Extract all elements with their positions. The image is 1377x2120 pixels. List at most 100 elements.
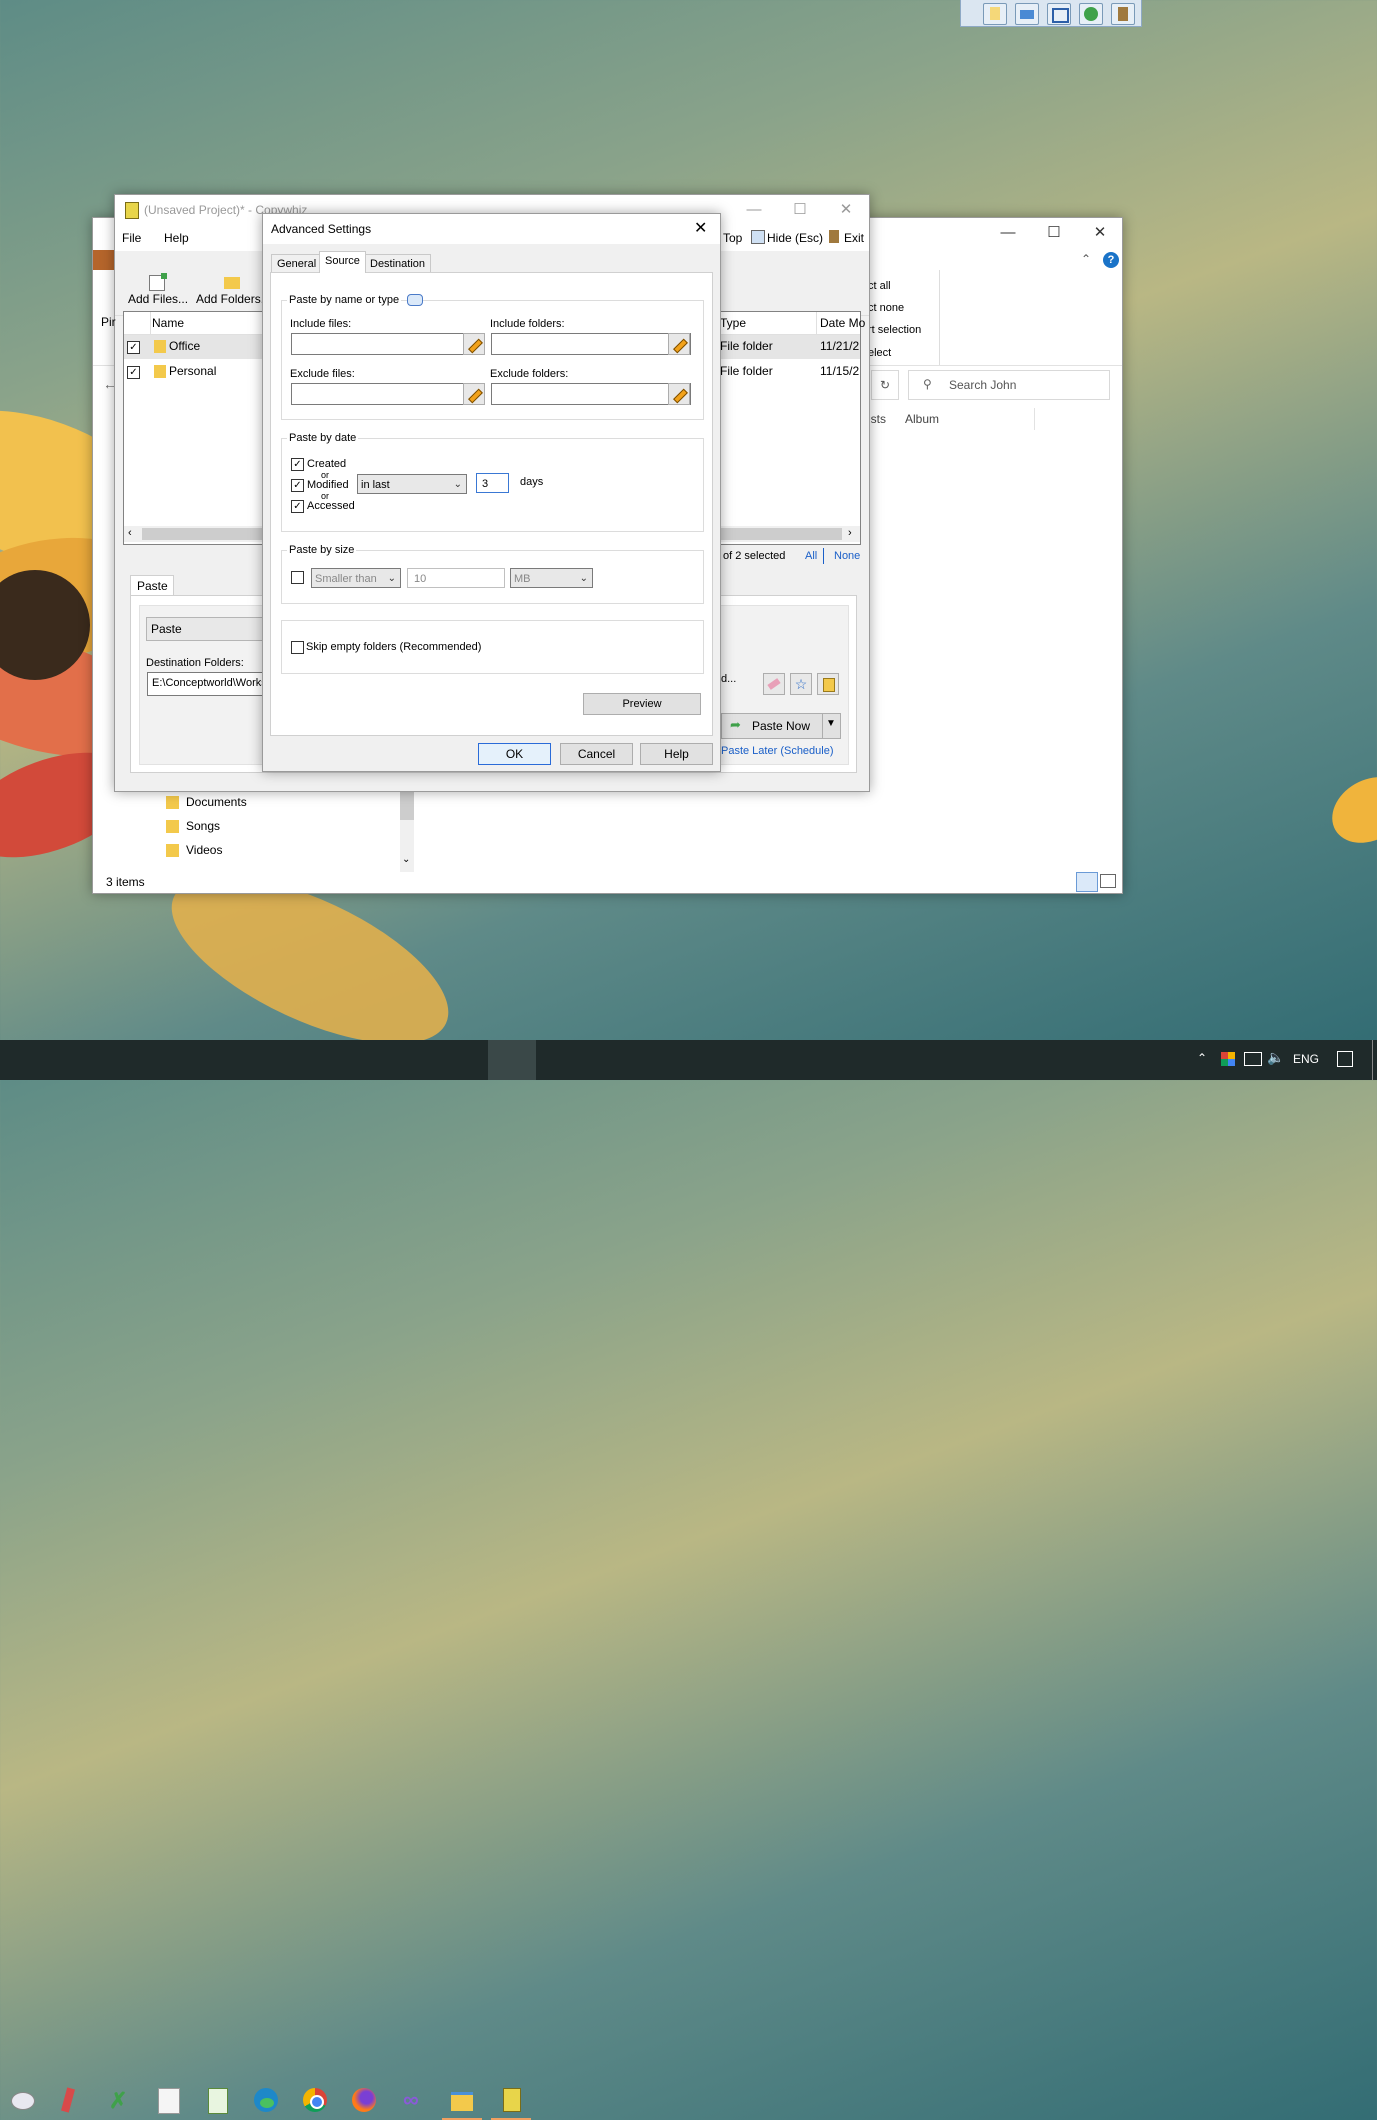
- dropdown-arrow-icon[interactable]: ▼: [826, 718, 836, 729]
- browse-button[interactable]: d...: [721, 673, 736, 685]
- row-date: 11/15/2: [820, 364, 860, 378]
- visual-studio-icon[interactable]: ∞: [397, 2084, 429, 2116]
- excel-x-icon[interactable]: ✗: [103, 2084, 135, 2116]
- close-button[interactable]: ✕: [1077, 218, 1123, 248]
- edit-pencil-icon[interactable]: [463, 333, 485, 355]
- cancel-button[interactable]: Cancel: [560, 743, 633, 765]
- chevron-up-icon[interactable]: ⌃: [1081, 252, 1091, 266]
- open-folder-icon[interactable]: [1015, 3, 1039, 25]
- file-explorer-icon[interactable]: [442, 2084, 482, 2120]
- accessed-checkbox[interactable]: ✓: [291, 500, 304, 513]
- show-desktop-button[interactable]: [1372, 1040, 1373, 1080]
- column-artists[interactable]: ists: [868, 412, 886, 426]
- select-all-link[interactable]: All: [805, 550, 817, 562]
- paste-now-button[interactable]: ➦ Paste Now ▼: [721, 713, 841, 739]
- always-on-top-button[interactable]: Top: [723, 231, 742, 245]
- skip-empty-label: Skip empty folders (Recommended): [306, 641, 482, 653]
- size-unit-dropdown[interactable]: MB ⌄: [510, 568, 593, 588]
- windows-icon[interactable]: [1047, 3, 1071, 25]
- column-header-type[interactable]: Type: [720, 316, 746, 330]
- scroll-left-icon[interactable]: ‹: [128, 527, 132, 539]
- row-checkbox[interactable]: ✓: [127, 366, 140, 379]
- column-header-date[interactable]: Date Mo: [820, 316, 865, 330]
- size-checkbox[interactable]: [291, 571, 304, 584]
- help-icon[interactable]: ?: [1103, 252, 1119, 268]
- chevron-down-icon[interactable]: ⌄: [402, 854, 410, 865]
- notepad-chart-icon[interactable]: [201, 2084, 233, 2116]
- edit-pencil-icon[interactable]: [668, 333, 690, 355]
- folder-icon: [154, 365, 166, 378]
- clipboard-folder-icon[interactable]: [817, 673, 839, 695]
- firefox-icon[interactable]: [348, 2084, 380, 2116]
- paste-later-link[interactable]: Paste Later (Schedule): [721, 745, 834, 757]
- minimize-button[interactable]: —: [985, 218, 1031, 248]
- add-folders-button[interactable]: Add Folders...: [196, 292, 271, 306]
- skip-empty-checkbox[interactable]: [291, 641, 304, 654]
- paste-mode-dropdown[interactable]: Paste: [146, 617, 268, 641]
- chevron-up-icon[interactable]: ⌃: [1197, 1051, 1207, 1065]
- destination-field[interactable]: E:\Conceptworld\Works: [147, 672, 269, 696]
- dictionary-icon[interactable]: [152, 2084, 184, 2116]
- clipboard-icon[interactable]: [1111, 3, 1135, 25]
- ribbon-invert-selection[interactable]: rt selection: [868, 324, 921, 336]
- close-button[interactable]: ✕: [823, 195, 869, 225]
- ribbon-select-none[interactable]: ct none: [868, 302, 904, 314]
- tray-app-icon[interactable]: [1221, 1052, 1235, 1066]
- modified-checkbox[interactable]: ✓: [291, 479, 304, 492]
- tab-paste[interactable]: Paste: [130, 575, 174, 596]
- menu-file[interactable]: File: [122, 231, 141, 245]
- network-icon[interactable]: [1244, 1052, 1262, 1066]
- preview-button[interactable]: Preview: [583, 693, 701, 715]
- maximize-button[interactable]: ☐: [777, 195, 823, 225]
- tab-destination[interactable]: Destination: [364, 254, 432, 273]
- large-icons-view-icon[interactable]: [1100, 874, 1116, 888]
- exclude-files-field[interactable]: [291, 383, 485, 405]
- exit-icon: [829, 230, 839, 243]
- exit-button[interactable]: Exit: [844, 231, 864, 245]
- date-mode-dropdown[interactable]: in last ⌄: [357, 474, 467, 494]
- ruler-icon[interactable]: [54, 2084, 86, 2116]
- info-bubble-icon[interactable]: [407, 294, 423, 306]
- chrome-icon[interactable]: [299, 2084, 331, 2116]
- include-folders-field[interactable]: [491, 333, 691, 355]
- refresh-icon[interactable]: ↻: [871, 370, 899, 400]
- menu-help[interactable]: Help: [164, 231, 189, 245]
- help-button[interactable]: Help: [640, 743, 713, 765]
- select-none-link[interactable]: None: [834, 550, 860, 562]
- created-checkbox[interactable]: ✓: [291, 458, 304, 471]
- size-value-input[interactable]: 10: [407, 568, 505, 588]
- paint-icon[interactable]: [5, 2084, 37, 2116]
- tab-source[interactable]: Source: [319, 251, 366, 273]
- maximize-button[interactable]: ☐: [1031, 218, 1077, 248]
- search-input[interactable]: ⚲ Search John: [908, 370, 1110, 400]
- scrollbar[interactable]: ⌄: [400, 792, 414, 872]
- minimize-button[interactable]: —: [731, 195, 777, 225]
- scroll-right-icon[interactable]: ›: [848, 527, 852, 539]
- column-album[interactable]: Album: [905, 412, 939, 426]
- row-checkbox[interactable]: ✓: [127, 341, 140, 354]
- edit-pencil-icon[interactable]: [668, 383, 690, 405]
- add-files-button[interactable]: Add Files...: [128, 292, 188, 306]
- edge-icon[interactable]: [250, 2084, 282, 2116]
- volume-icon[interactable]: 🔈: [1267, 1049, 1284, 1066]
- close-icon[interactable]: ✕: [694, 218, 707, 238]
- copywhiz-icon[interactable]: [491, 2084, 531, 2120]
- days-input[interactable]: 3: [476, 473, 509, 493]
- hide-button[interactable]: Hide (Esc): [767, 231, 823, 245]
- column-header-name[interactable]: Name: [152, 316, 184, 330]
- include-files-field[interactable]: [291, 333, 485, 355]
- globe-icon[interactable]: [1079, 3, 1103, 25]
- notifications-icon[interactable]: [1337, 1051, 1353, 1067]
- favorites-star-icon[interactable]: ☆: [790, 673, 812, 695]
- ok-button[interactable]: OK: [478, 743, 551, 765]
- row-type: File folder: [720, 364, 773, 378]
- details-view-icon[interactable]: [1076, 872, 1098, 892]
- eraser-icon[interactable]: [763, 673, 785, 695]
- tab-general[interactable]: General: [271, 254, 323, 273]
- edit-pencil-icon[interactable]: [463, 383, 485, 405]
- language-indicator[interactable]: ENG: [1293, 1052, 1319, 1066]
- new-file-icon[interactable]: [983, 3, 1007, 25]
- ribbon-select-all[interactable]: ct all: [868, 280, 891, 292]
- exclude-folders-field[interactable]: [491, 383, 691, 405]
- size-mode-dropdown[interactable]: Smaller than ⌄: [311, 568, 401, 588]
